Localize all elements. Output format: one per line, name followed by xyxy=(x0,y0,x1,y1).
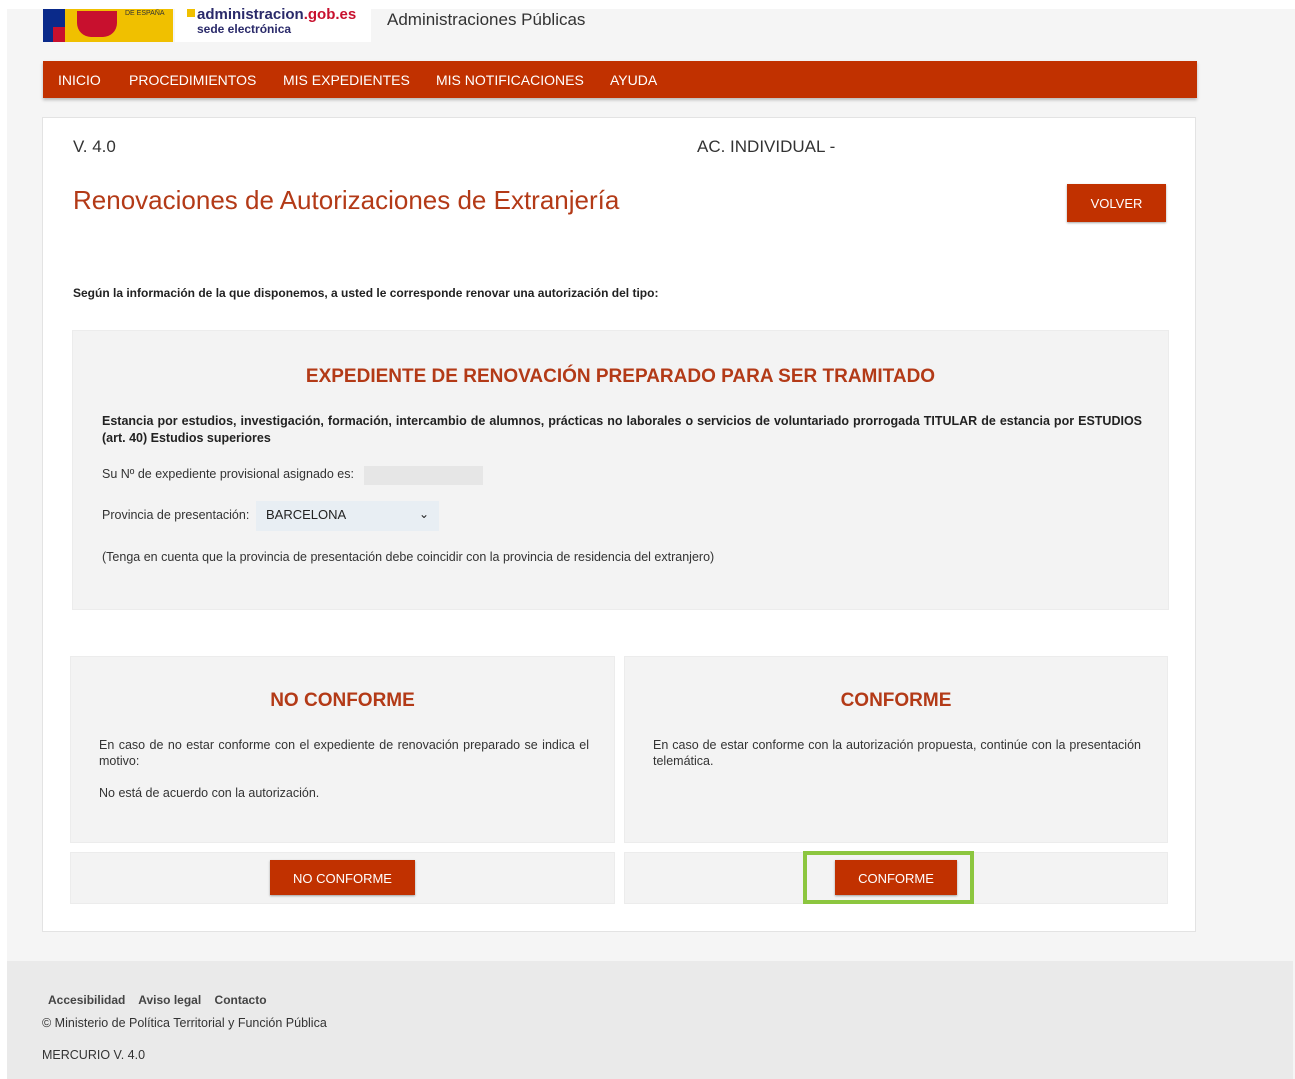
provincia-selected-value: BARCELONA xyxy=(266,507,347,522)
conforme-title: CONFORME xyxy=(840,690,952,711)
coat-of-arms-icon xyxy=(77,11,117,37)
logo-sub: sede electrónica xyxy=(197,22,292,36)
no-conforme-text: En caso de no estar conforme con el expe… xyxy=(99,738,589,768)
no-conforme-title: NO CONFORME xyxy=(270,690,415,711)
section-title: Administraciones Públicas xyxy=(387,10,586,29)
expediente-panel-title: EXPEDIENTE DE RENOVACIÓN PREPARADO PARA … xyxy=(305,366,936,387)
no-conforme-button[interactable]: NO CONFORME xyxy=(270,860,415,895)
footer-link-contacto[interactable]: Contacto xyxy=(215,993,267,1007)
provincia-select[interactable]: BARCELONA ⌄ xyxy=(256,501,439,531)
nav-mis-expedientes[interactable]: MIS EXPEDIENTES xyxy=(283,72,410,88)
footer-link-aviso-legal[interactable]: Aviso legal xyxy=(138,993,201,1007)
copyright: © Ministerio de Política Territorial y F… xyxy=(42,1016,327,1030)
logo-accent xyxy=(187,9,195,17)
gobierno-espana-logo: DE ESPAÑA xyxy=(43,9,173,42)
nav-mis-notificaciones[interactable]: MIS NOTIFICACIONES xyxy=(436,72,584,88)
footer-links: Accesibilidad Aviso legal Contacto xyxy=(48,993,277,1007)
site-header: DE ESPAÑA administracion.gob.es sede ele… xyxy=(43,6,1197,61)
nav-inicio[interactable]: INICIO xyxy=(58,72,101,88)
version-label: V. 4.0 xyxy=(73,137,116,156)
provincia-label: Provincia de presentación: xyxy=(102,508,250,522)
expediente-number-label: Su Nº de expediente provisional asignado… xyxy=(102,467,354,481)
ac-individual-label: AC. INDIVIDUAL - xyxy=(697,137,836,156)
nav-procedimientos[interactable]: PROCEDIMIENTOS xyxy=(129,72,256,88)
authorization-description: Estancia por estudios, investigación, fo… xyxy=(102,414,1142,445)
volver-button[interactable]: VOLVER xyxy=(1067,184,1166,222)
no-conforme-reason: No está de acuerdo con la autorización. xyxy=(99,786,320,800)
page-title: Renovaciones de Autorizaciones de Extran… xyxy=(73,185,620,215)
conforme-highlight xyxy=(803,851,974,904)
nav-ayuda[interactable]: AYUDA xyxy=(610,72,657,88)
logo-main: administracion.gob.es xyxy=(197,6,356,23)
logo-domain: .gob.es xyxy=(303,6,357,23)
conforme-card: CONFORME En caso de estar conforme con l… xyxy=(624,656,1168,843)
conforme-text: En caso de estar conforme con la autoriz… xyxy=(653,738,1141,768)
provincia-note: (Tenga en cuenta que la provincia de pre… xyxy=(102,550,715,564)
expediente-panel: EXPEDIENTE DE RENOVACIÓN PREPARADO PARA … xyxy=(72,330,1169,610)
app-version: MERCURIO V. 4.0 xyxy=(42,1048,146,1062)
chevron-down-icon: ⌄ xyxy=(418,507,429,521)
flag-stripe xyxy=(53,27,65,42)
no-conforme-card: NO CONFORME En caso de no estar conforme… xyxy=(70,656,615,843)
main-nav: INICIO PROCEDIMIENTOS MIS EXPEDIENTES MI… xyxy=(43,61,1197,98)
logo-main-text: administracion xyxy=(197,6,304,23)
expediente-number-field xyxy=(364,466,483,485)
intro-text: Según la información de la que disponemo… xyxy=(73,286,659,300)
flag-label: DE ESPAÑA xyxy=(125,10,165,17)
sede-electronica-logo[interactable]: administracion.gob.es sede electrónica xyxy=(175,6,371,42)
site-footer: Accesibilidad Aviso legal Contacto © Min… xyxy=(7,961,1293,1079)
footer-link-accesibilidad[interactable]: Accesibilidad xyxy=(48,993,125,1007)
